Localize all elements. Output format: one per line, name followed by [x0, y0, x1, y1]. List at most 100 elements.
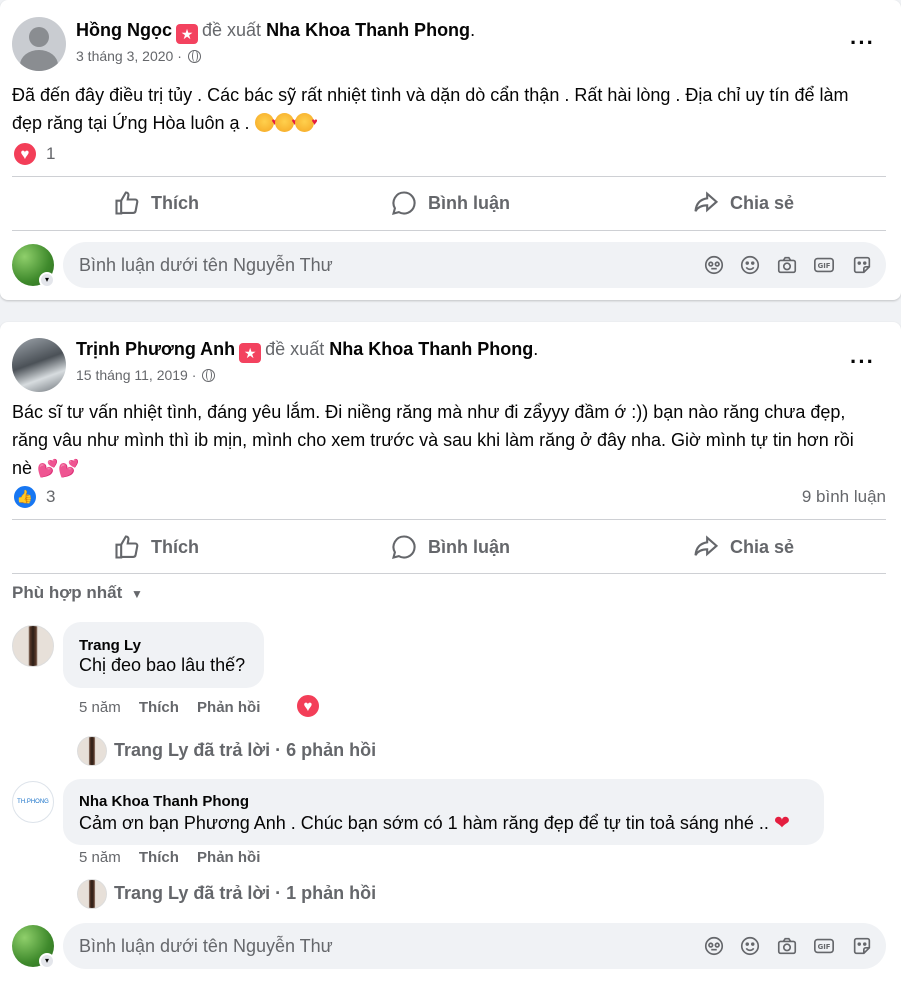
view-replies-link[interactable]: Trang Ly đã trả lời · 1 phản hồi — [114, 883, 376, 904]
comment-like-button[interactable]: Thích — [139, 699, 179, 716]
post-text-line: nè 💕💕 — [12, 454, 892, 483]
share-button[interactable]: Chia sẻ — [692, 189, 794, 217]
post-text-segment: nè — [12, 458, 33, 478]
comment-time[interactable]: 5 năm — [79, 849, 121, 866]
comment-placeholder: Bình luận dưới tên Nguyễn Thư — [79, 255, 333, 275]
comment-text: Cảm ơn bạn Phương Anh . Chúc bạn sớm có … — [79, 812, 790, 835]
sticker-icon[interactable] — [851, 254, 873, 276]
globe-icon — [202, 369, 216, 382]
post-author-line: Hồng Ngọc ★ đề xuất Nha Khoa Thanh Phong. — [76, 19, 475, 44]
divider — [12, 230, 886, 231]
comment-icon — [392, 535, 416, 559]
comment-input[interactable]: Bình luận dưới tên Nguyễn Thư GIF — [63, 242, 886, 288]
reply-avatar — [77, 736, 107, 766]
post-card: Hồng Ngọc ★ đề xuất Nha Khoa Thanh Phong. … — [0, 0, 901, 300]
smiling-hearts-emoji — [254, 109, 278, 137]
like-label: Thích — [151, 192, 199, 213]
comment-reply-button[interactable]: Phản hồi — [197, 849, 260, 866]
reaction-summary[interactable]: ♥ 1 — [12, 141, 55, 167]
comment-bubble: Trang Ly Chị đeo bao lâu thế? — [63, 622, 264, 688]
like-reaction-icon: 👍 — [12, 484, 38, 510]
comment-bubble: Nha Khoa Thanh Phong Cảm ơn bạn Phương A… — [63, 779, 824, 845]
like-label: Thích — [151, 536, 199, 557]
reply-avatar — [77, 879, 107, 909]
camera-icon[interactable] — [776, 935, 798, 957]
comment-like-button[interactable]: Thích — [139, 849, 179, 866]
post-meta: 3 tháng 3, 2020 · — [76, 47, 201, 65]
avatar-sticker-icon[interactable] — [703, 254, 725, 276]
more-options-button[interactable]: ··· — [850, 32, 875, 54]
emoji-icon[interactable] — [739, 935, 761, 957]
more-options-button[interactable]: ··· — [850, 351, 875, 373]
post-text-line: Bác sĩ tư vấn nhiệt tình, đáng yêu lắm. … — [12, 402, 846, 422]
post-text: Bác sĩ tư vấn nhiệt tình, đáng yêu lắm. … — [12, 398, 892, 483]
post-text-line: răng vâu như mình thì ib mịn, mình cho x… — [12, 430, 854, 450]
love-reaction-icon[interactable]: ♥ — [295, 693, 321, 719]
sticker-icon[interactable] — [851, 935, 873, 957]
chevron-down-icon[interactable]: ▾ — [39, 272, 55, 288]
author-avatar[interactable] — [12, 17, 66, 71]
recommend-icon: ★ — [176, 24, 198, 44]
comment-text-segment: Cảm ơn bạn Phương Anh . Chúc bạn sớm có … — [79, 813, 769, 833]
sort-dropdown[interactable]: Phù hợp nhất ▼ — [12, 583, 143, 603]
emoji-icon[interactable] — [739, 254, 761, 276]
reaction-summary[interactable]: 👍 3 — [12, 484, 55, 510]
view-replies-link[interactable]: Trang Ly đã trả lời · 6 phản hồi — [114, 740, 376, 761]
comment-meta: 5 năm Thích Phản hồi — [79, 699, 260, 716]
sort-label: Phù hợp nhất — [12, 583, 123, 602]
camera-icon[interactable] — [776, 254, 798, 276]
post-date[interactable]: 15 tháng 11, 2019 — [76, 367, 188, 383]
recommend-text: đề xuất — [202, 20, 262, 40]
gif-icon[interactable]: GIF — [813, 254, 835, 276]
caret-down-icon: ▼ — [131, 587, 143, 601]
comment-count[interactable]: 9 bình luận — [802, 487, 886, 507]
reaction-count: 3 — [46, 487, 56, 506]
smiling-hearts-emoji — [274, 109, 298, 137]
commenter-avatar[interactable] — [12, 625, 54, 667]
red-heart-emoji: ❤ — [773, 813, 790, 834]
post-text-segment: đẹp răng tại Ứng Hòa luôn ạ . — [12, 113, 250, 133]
like-button[interactable]: Thích — [113, 189, 199, 217]
comment-button[interactable]: Bình luận — [390, 533, 510, 561]
recommend-icon: ★ — [239, 343, 262, 363]
divider — [12, 573, 886, 574]
like-icon — [115, 191, 139, 215]
comment-reply-button[interactable]: Phản hồi — [197, 699, 260, 716]
chevron-down-icon[interactable]: ▾ — [39, 953, 55, 969]
gif-icon[interactable]: GIF — [813, 935, 835, 957]
comment-label: Bình luận — [428, 536, 510, 557]
commenter-name[interactable]: Trang Ly — [79, 637, 141, 654]
page-name[interactable]: Nha Khoa Thanh Phong — [329, 339, 533, 359]
divider — [12, 176, 886, 177]
reaction-count: 1 — [46, 144, 56, 163]
post-date[interactable]: 3 tháng 3, 2020 — [76, 48, 173, 64]
comment-meta: 5 năm Thích Phản hồi — [79, 849, 260, 866]
period-text: . — [533, 339, 539, 359]
divider — [12, 519, 886, 520]
like-icon — [115, 535, 139, 559]
globe-icon — [187, 50, 201, 63]
post-text: Đã đến đây điều trị tủy . Các bác sỹ rất… — [12, 81, 892, 137]
comment-button[interactable]: Bình luận — [390, 189, 510, 217]
share-label: Chia sẻ — [730, 192, 795, 213]
two-hearts-emoji: 💕💕 — [37, 459, 80, 478]
commenter-name[interactable]: Nha Khoa Thanh Phong — [79, 793, 249, 810]
page-name[interactable]: Nha Khoa Thanh Phong — [266, 20, 470, 40]
period-text: . — [470, 20, 476, 40]
share-label: Chia sẻ — [730, 536, 795, 557]
author-name[interactable]: Hồng Ngọc — [76, 20, 172, 40]
like-button[interactable]: Thích — [113, 533, 199, 561]
avatar-sticker-icon[interactable] — [703, 935, 725, 957]
comment-placeholder: Bình luận dưới tên Nguyễn Thư — [79, 936, 333, 956]
share-button[interactable]: Chia sẻ — [692, 533, 794, 561]
commenter-avatar[interactable]: TH.PHONG — [12, 781, 54, 823]
comment-time[interactable]: 5 năm — [79, 699, 121, 716]
author-avatar[interactable] — [12, 338, 66, 392]
svg-text:GIF: GIF — [818, 943, 831, 951]
recommend-text: đề xuất — [265, 339, 325, 359]
post-card: Trịnh Phương Anh ★ đề xuất Nha Khoa Thanh … — [0, 322, 901, 981]
share-icon — [694, 191, 719, 213]
comment-input[interactable]: Bình luận dưới tên Nguyễn Thư GIF — [63, 923, 886, 969]
comment-icon — [392, 191, 416, 215]
author-name[interactable]: Trịnh Phương Anh — [76, 339, 235, 359]
